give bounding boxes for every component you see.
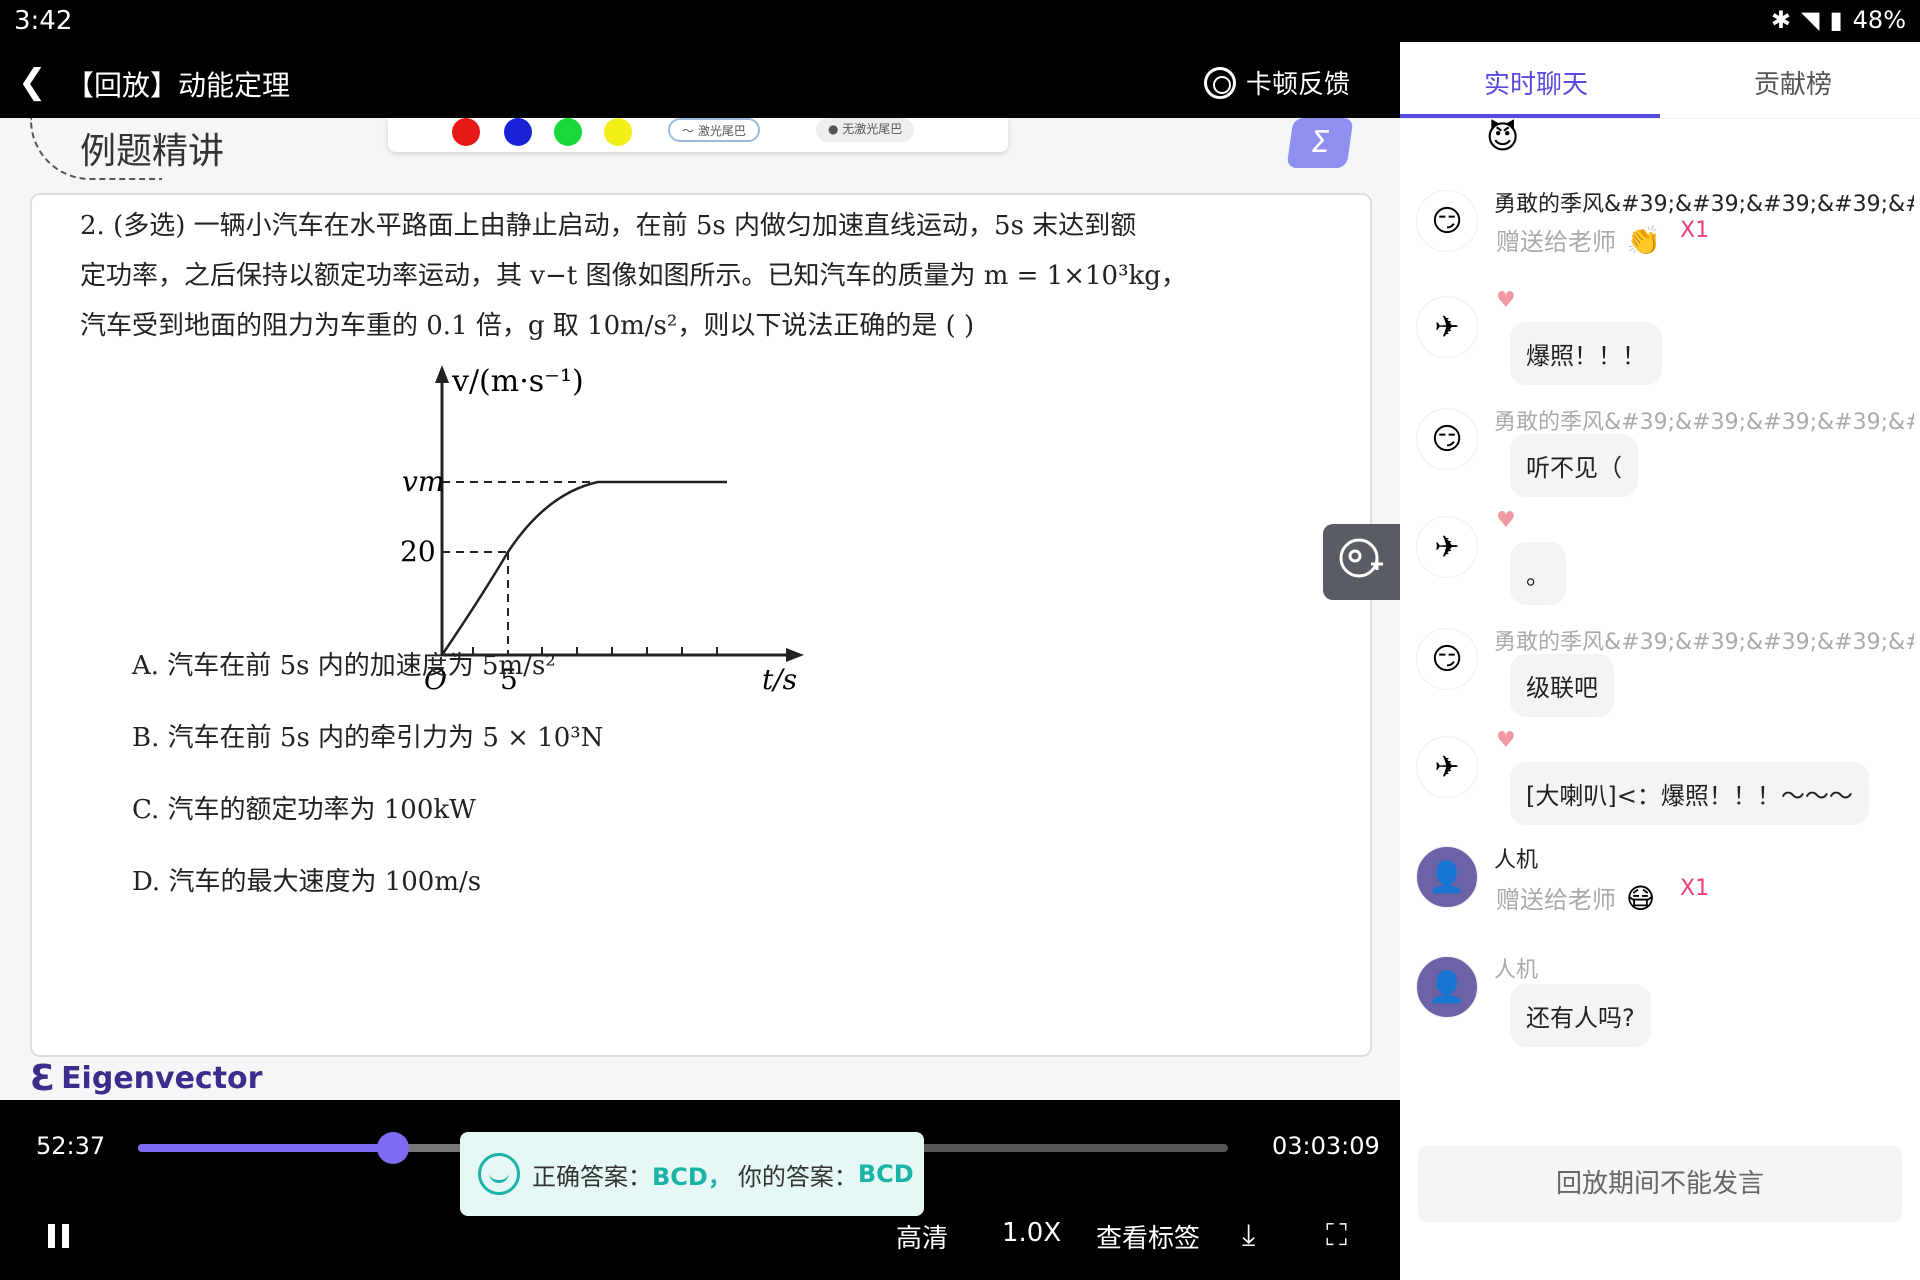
status-icons: ✱ ◥ ▮ 48% <box>1771 6 1906 34</box>
total-time: 03:03:09 <box>1272 1132 1380 1160</box>
message-bubble: [大喇叭]<：爆照！！！～～～ <box>1510 762 1869 825</box>
pause-button[interactable] <box>48 1224 72 1248</box>
avatar-emoji-icon: 😏 <box>1416 628 1478 690</box>
message-bubble: 还有人吗? <box>1510 984 1651 1047</box>
graph-y-label: v/(m·s⁻¹) <box>451 364 584 399</box>
bookmarks-button[interactable]: 查看标签 <box>1096 1218 1200 1255</box>
status-bar: 3:42 ✱ ◥ ▮ 48% <box>0 0 1920 42</box>
sticker-icon: 😈 <box>1486 118 1520 156</box>
no-laser-tail-pill: ● 无激光尾巴 <box>816 118 915 142</box>
message-bubble: 。 <box>1510 542 1566 605</box>
clock: 3:42 <box>14 6 73 36</box>
pen-toolbar: 〜 激光尾巴 ● 无激光尾巴 <box>388 118 1008 152</box>
back-arrow-icon[interactable]: ❮ <box>18 62 47 102</box>
lag-feedback-button[interactable]: 卡顿反馈 <box>1203 64 1350 101</box>
brand-mark-icon: Ɛ <box>30 1058 56 1099</box>
avatar-anime-icon: 👤 <box>1416 846 1478 908</box>
brand-logo: Ɛ Eigenvector <box>30 1058 262 1099</box>
option-c: C. 汽车的额定功率为 100kW <box>132 795 476 825</box>
camera-add-icon <box>1339 538 1383 578</box>
yellow-pen-dot <box>604 118 632 146</box>
question-card: 2. (多选) 一辆小汽车在水平路面上由静止启动，在前 5s 内做匀加速直线运动… <box>30 193 1372 1057</box>
heart-icon: ♥ <box>1496 728 1516 753</box>
option-d: D. 汽车的最大速度为 100m/s <box>132 867 482 897</box>
laser-tail-pill: 〜 激光尾巴 <box>668 118 760 142</box>
graph-20-label: 20 <box>400 535 436 568</box>
correct-answer-value: BCD， <box>652 1162 732 1191</box>
tab-contribution[interactable]: 贡献榜 <box>1754 64 1832 101</box>
battery-icon: ▮ <box>1829 6 1843 34</box>
option-b: B. 汽车在前 5s 内的牵引力为 5 × 10³N <box>132 723 604 753</box>
bluetooth-icon: ✱ <box>1770 6 1791 34</box>
chat-tabs: 实时聊天 贡献榜 <box>1400 42 1920 119</box>
correct-answer-label: 正确答案： <box>532 1162 652 1191</box>
message-username: 人机 <box>1494 958 1539 983</box>
graph-vm-label: vm <box>402 465 444 498</box>
page-title: 【回放】动能定理 <box>66 69 291 102</box>
message-bubble: 听不见（ <box>1510 434 1638 497</box>
message-bubble: 级联吧 <box>1510 654 1614 717</box>
player-controls: 52:37 03:03:09 正确答案： BCD， 你的答案： BCD 高清 1… <box>0 1100 1400 1280</box>
pause-icon-bar <box>62 1224 69 1248</box>
message-username: 勇敢的季风&#39;&#39;&#39;&#39;&#39;& <box>1494 192 1914 217</box>
no-laser-tail-label: 无激光尾巴 <box>842 122 903 136</box>
your-answer-label: 你的答案： <box>737 1162 858 1191</box>
question-line-2: 定功率，之后保持以额定功率运动，其 v−t 图像如图所示。已知汽车的质量为 m … <box>80 261 1187 291</box>
battery-percent: 48% <box>1852 6 1906 34</box>
avatar-paper-plane-icon: ✈ <box>1416 516 1478 578</box>
player-header: ❮ 【回放】动能定理 卡顿反馈 <box>0 42 1400 118</box>
progress-handle[interactable] <box>377 1132 410 1164</box>
avatar-emoji-icon: 😏 <box>1416 408 1478 470</box>
chat-input-disabled: 回放期间不能发言 <box>1418 1146 1902 1222</box>
speed-button[interactable]: 1.0X <box>1002 1218 1061 1248</box>
add-camera-button[interactable] <box>1323 524 1401 600</box>
section-title: 例题精讲 <box>80 131 225 172</box>
progress-played <box>138 1144 394 1152</box>
heart-icon: ♥ <box>1496 288 1516 313</box>
brand-name: Eigenvector <box>61 1061 263 1096</box>
chat-messages: 😈 😏 勇敢的季风&#39;&#39;&#39;&#39;&#39;& 赠送给老… <box>1400 118 1920 1066</box>
message-bubble: 爆照！！！ <box>1510 322 1662 385</box>
laser-tail-label: 激光尾巴 <box>697 124 746 138</box>
avatar-emoji-icon: 😏 <box>1416 190 1478 252</box>
gift-text: 赠送给老师 <box>1496 228 1616 256</box>
message-username: 勇敢的季风&#39;&#39;&#39;&#39;&#39;& <box>1494 410 1914 435</box>
avatar-anime-icon: 👤 <box>1416 956 1478 1018</box>
message-username: 人机 <box>1494 848 1539 873</box>
graph-x-label: t/s <box>762 663 797 695</box>
vt-graph: v/(m·s⁻¹) vm 20 O 5 t/s <box>400 364 804 695</box>
message-username: 勇敢的季风&#39;&#39;&#39;&#39;&#39;& <box>1494 630 1914 655</box>
sigma-badge-icon: Σ <box>1286 118 1354 168</box>
red-pen-dot <box>452 118 480 146</box>
feedback-icon <box>1203 66 1236 99</box>
gift-text: 赠送给老师 <box>1496 886 1616 914</box>
question-line-3: 汽车受到地面的阻力为车重的 0.1 倍，g 取 10m/s²，则以下说法正确的是… <box>80 311 975 341</box>
answer-toast: 正确答案： BCD， 你的答案： BCD <box>460 1132 924 1216</box>
quality-button[interactable]: 高清 <box>896 1218 948 1255</box>
chat-panel: 实时聊天 贡献榜 😈 😏 勇敢的季风&#39;&#39;&#39;&#39;&#… <box>1400 42 1920 1280</box>
option-a: A. 汽车在前 5s 内的加速度为 5m/s² <box>132 651 556 681</box>
pause-icon <box>48 1224 55 1248</box>
gift-count: X1 <box>1680 218 1710 243</box>
heart-icon: ♥ <box>1496 508 1516 533</box>
avatar-paper-plane-icon: ✈ <box>1416 736 1478 798</box>
video-slide: 例题精讲 〜 激光尾巴 ● 无激光尾巴 Σ 2. (多选) 一辆小汽车在水平路面… <box>0 118 1400 1100</box>
fullscreen-icon[interactable]: ⛶ <box>1326 1218 1347 1253</box>
avatar-paper-plane-icon: ✈ <box>1416 296 1478 358</box>
your-answer-value: BCD <box>857 1160 914 1188</box>
blue-pen-dot <box>504 118 532 146</box>
lag-feedback-label: 卡顿反馈 <box>1245 70 1350 100</box>
wifi-icon: ◥ <box>1800 6 1820 34</box>
tab-live-chat[interactable]: 实时聊天 <box>1484 64 1588 101</box>
mask-gift-icon: 😷 <box>1626 882 1656 915</box>
question-line-1: 2. (多选) 一辆小汽车在水平路面上由静止启动，在前 5s 内做匀加速直线运动… <box>80 211 1137 241</box>
gift-count: X1 <box>1680 876 1710 901</box>
green-pen-dot <box>554 118 582 146</box>
clap-gift-icon: 👏 <box>1626 224 1661 257</box>
download-icon[interactable]: ⤓ <box>1242 1218 1255 1253</box>
current-time: 52:37 <box>36 1132 106 1160</box>
smile-icon <box>478 1153 520 1195</box>
